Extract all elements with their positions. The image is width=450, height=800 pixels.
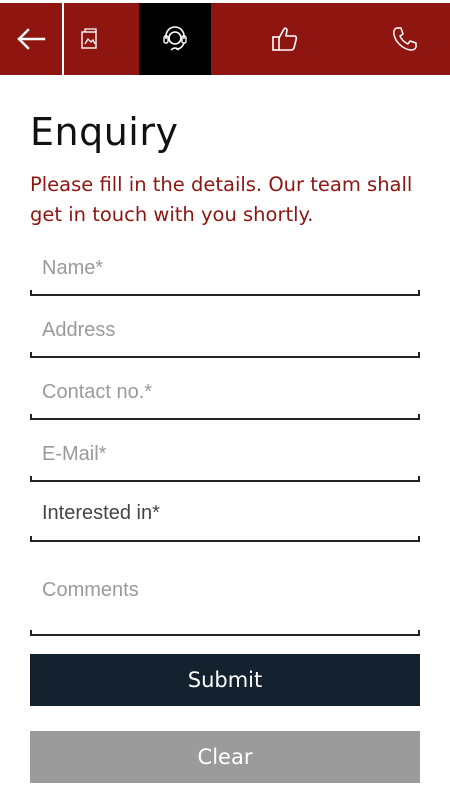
tab-call[interactable]: [359, 3, 450, 75]
tab-gallery[interactable]: [64, 3, 139, 75]
address-field: [30, 315, 420, 358]
name-input[interactable]: [30, 253, 420, 283]
page-title: Enquiry: [30, 110, 179, 154]
arrow-left-icon: [17, 28, 46, 50]
comments-field: [30, 576, 420, 636]
clear-button[interactable]: Clear: [30, 731, 420, 783]
contact-input[interactable]: [30, 377, 420, 407]
back-button[interactable]: [0, 3, 62, 75]
interested-in-label: Interested in*: [42, 502, 160, 524]
email-underline: [30, 476, 420, 482]
page-subtitle: Please fill in the details. Our team sha…: [30, 173, 413, 226]
phone-icon: [392, 27, 417, 51]
gallery-icon: [80, 28, 97, 49]
top-nav-bar: [0, 3, 450, 75]
address-underline: [30, 352, 420, 358]
name-field: [30, 253, 420, 296]
name-underline: [30, 290, 420, 296]
interested-in-select[interactable]: Interested in*: [30, 502, 420, 542]
submit-button[interactable]: Submit: [30, 654, 420, 706]
interested-underline: [30, 536, 420, 542]
address-input[interactable]: [30, 315, 420, 345]
comments-underline: [30, 630, 420, 636]
tab-like[interactable]: [211, 3, 359, 75]
contact-field: [30, 377, 420, 420]
thumbs-up-icon: [272, 27, 298, 51]
contact-underline: [30, 414, 420, 420]
comments-input[interactable]: [30, 576, 420, 616]
support-headset-icon: [163, 26, 187, 51]
tab-support[interactable]: [139, 3, 211, 75]
email-field: [30, 439, 420, 482]
email-input[interactable]: [30, 439, 420, 469]
